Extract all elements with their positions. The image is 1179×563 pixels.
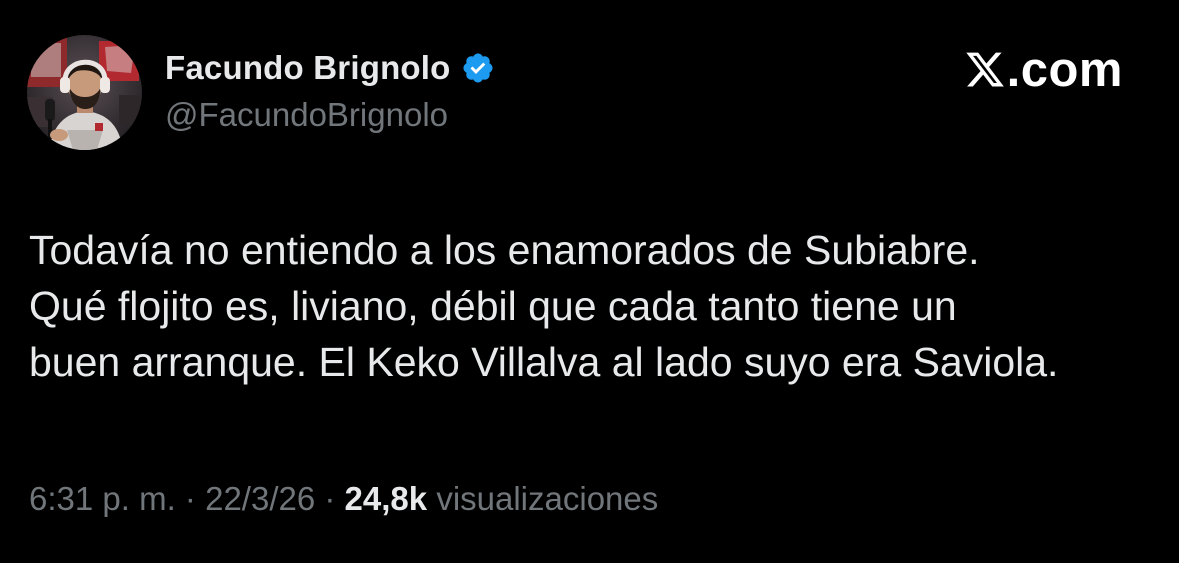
display-name[interactable]: Facundo Brignolo (165, 49, 451, 87)
tweet-date[interactable]: 22/3/26 (205, 480, 315, 517)
tweet-body-line: Todavía no entiendo a los enamorados de … (29, 227, 980, 273)
author-handle[interactable]: @FacundoBrignolo (165, 96, 448, 134)
brand-domain-text: .com (1006, 43, 1123, 97)
meta-separator: · (324, 480, 336, 517)
meta-separator: · (184, 480, 196, 517)
brand-watermark: .com (964, 43, 1123, 97)
tweet-body-line: Qué flojito es, liviano, débil que cada … (29, 283, 957, 329)
tweet-body: Todavía no entiendo a los enamorados de … (29, 222, 1149, 390)
avatar-photo (27, 35, 142, 150)
views-label: visualizaciones (436, 480, 659, 517)
tweet-time[interactable]: 6:31 p. m. (29, 480, 176, 517)
tweet-meta: 6:31 p. m. · 22/3/26 · 24,8k visualizaci… (29, 480, 658, 518)
x-logo-icon (964, 50, 1006, 90)
tweet-body-line: buen arranque. El Keko Villalva al lado … (29, 339, 1059, 385)
avatar[interactable] (27, 35, 142, 150)
tweet-card: Facundo Brignolo @FacundoBrignolo .com T… (0, 0, 1179, 563)
author-name-row: Facundo Brignolo (165, 45, 495, 91)
views-count[interactable]: 24,8k (345, 480, 428, 517)
verified-badge-icon (461, 51, 495, 85)
